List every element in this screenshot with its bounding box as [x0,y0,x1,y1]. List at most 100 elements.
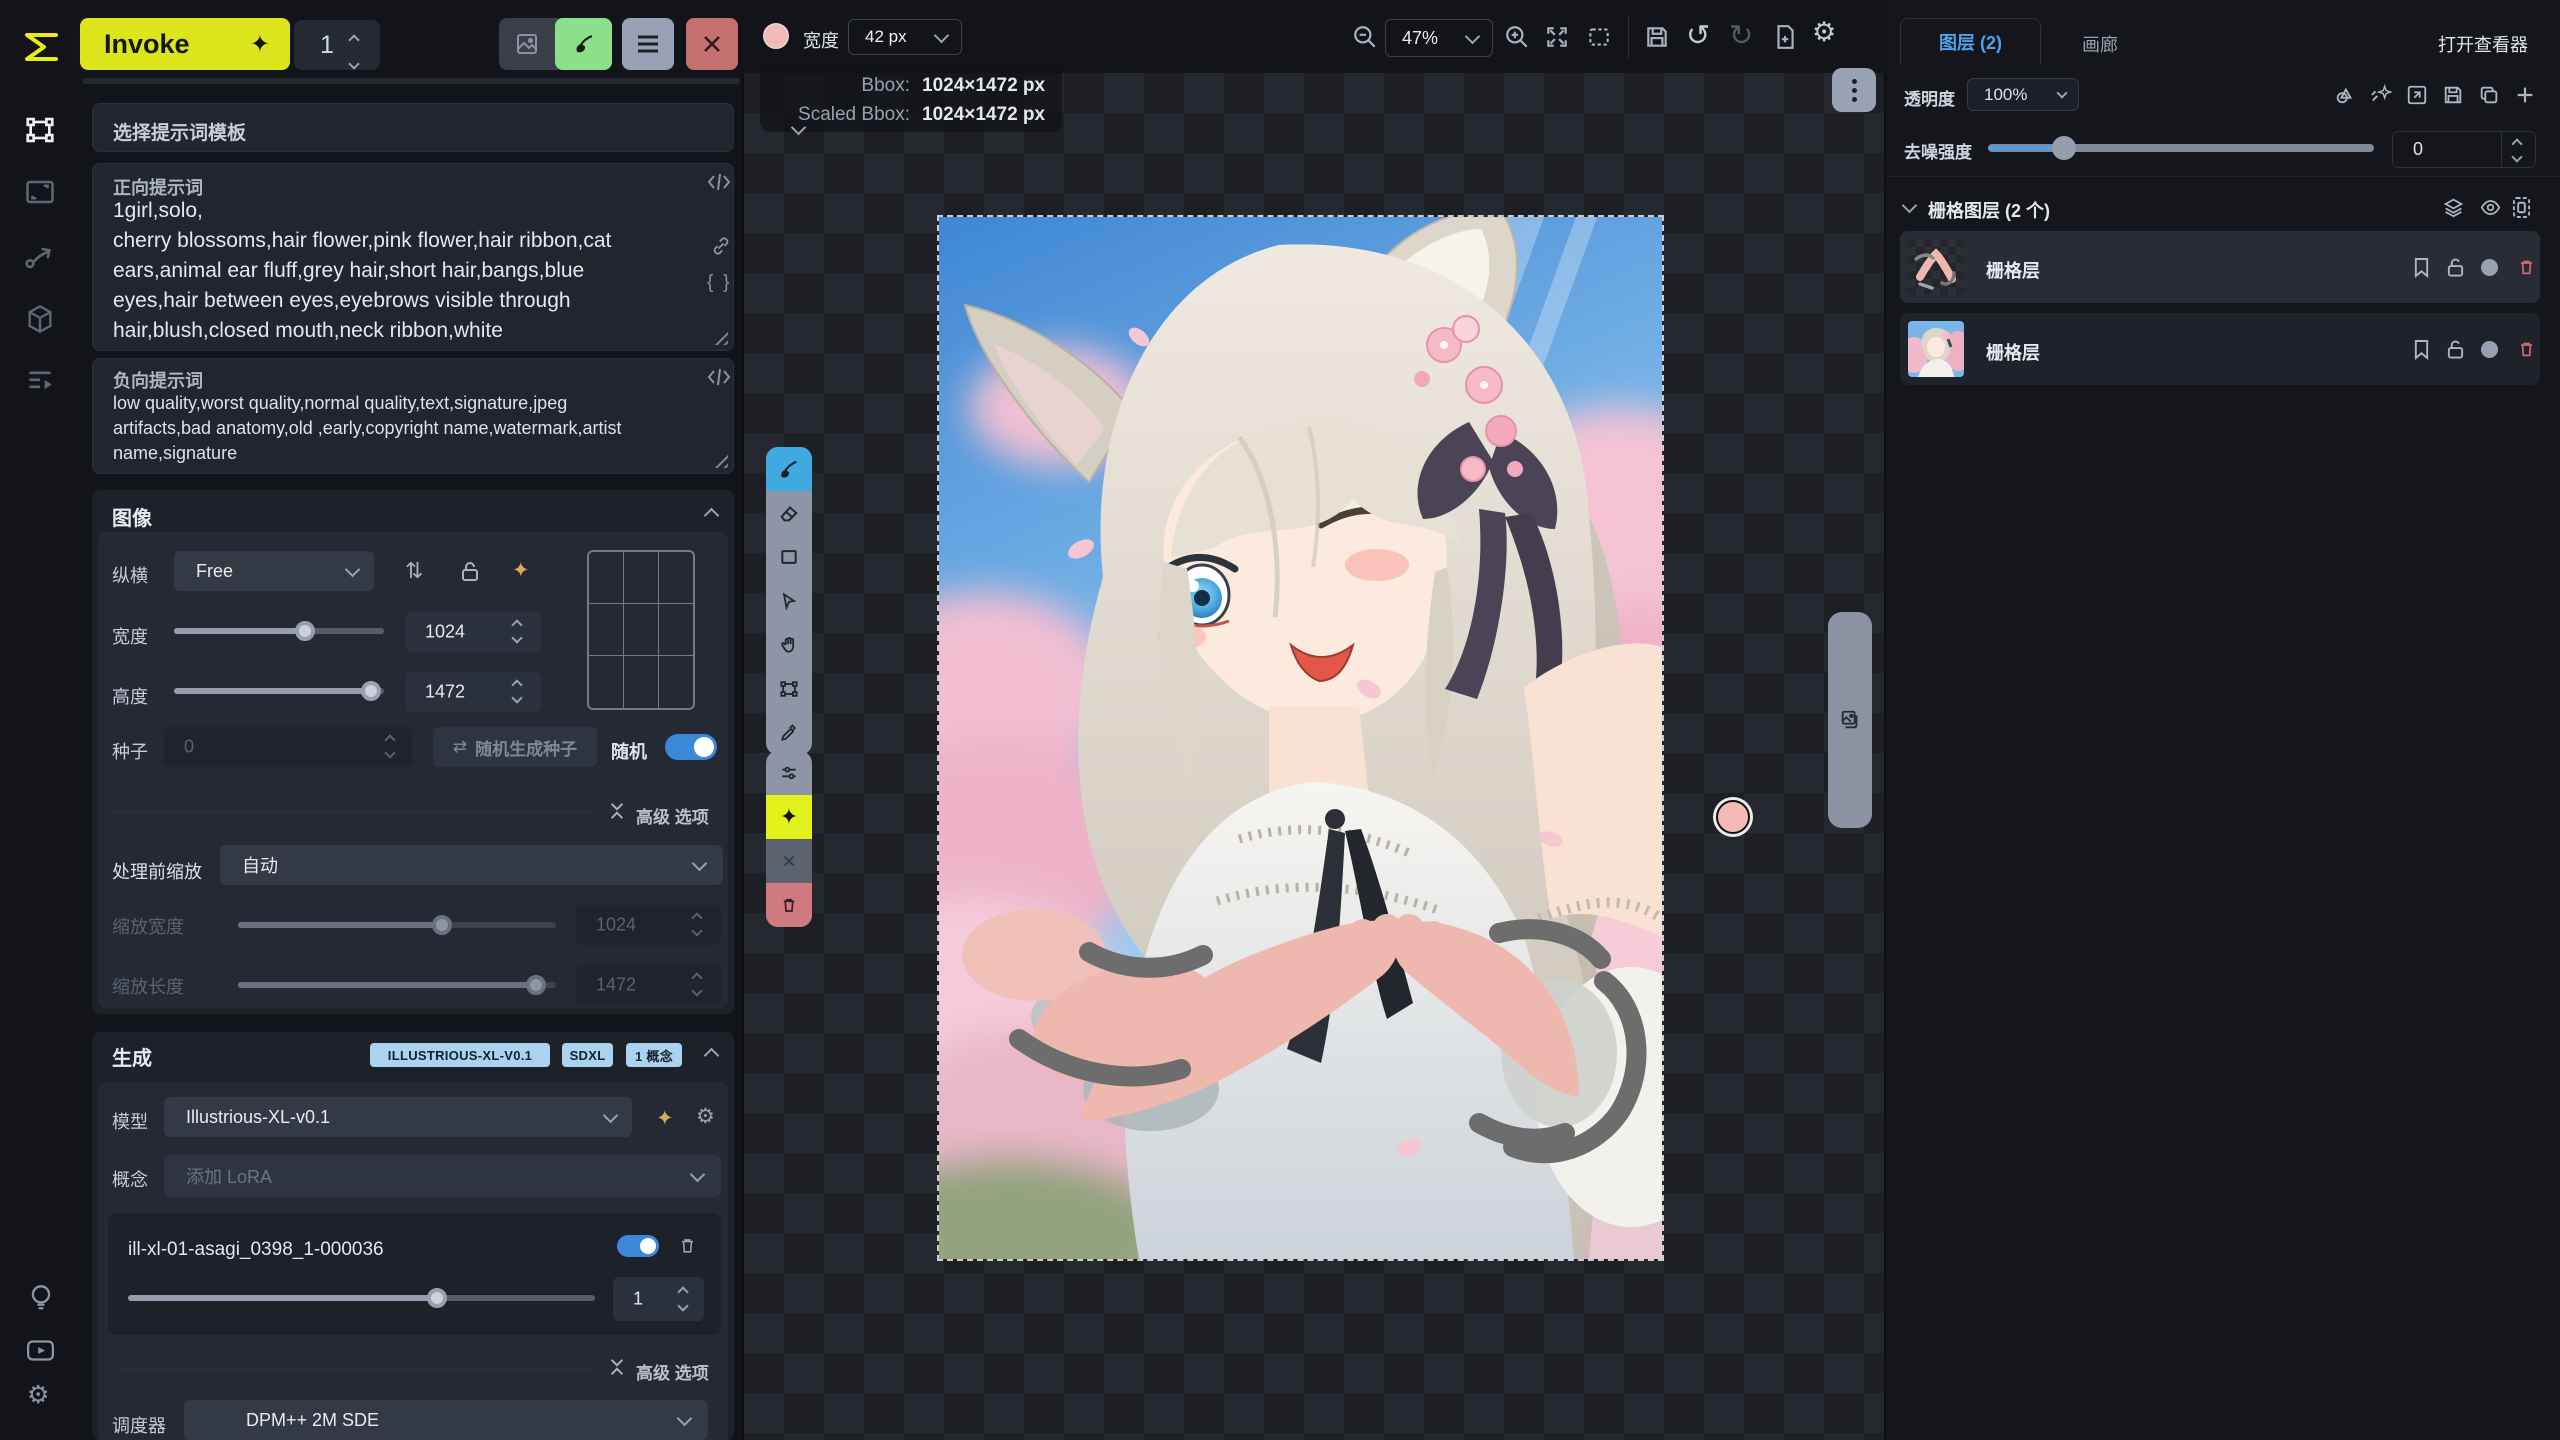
eye-icon[interactable] [2480,199,2501,216]
blend-icon[interactable] [2334,84,2356,106]
canvas-bbox-border[interactable] [937,215,1664,1261]
lock-aspect-button[interactable] [460,560,480,582]
pan-tool[interactable] [766,623,812,667]
sidebar-item-queue[interactable] [26,368,54,394]
canvas-settings-button[interactable]: ⚙ [1812,17,1836,48]
advanced-options-label[interactable]: 高级 选项 [636,803,709,828]
sidebar-item-upscale[interactable] [25,179,55,205]
seed-input[interactable]: 0 [164,727,412,767]
tab-layers[interactable]: 图层 (2) [1900,18,2041,65]
bookmark-icon[interactable] [2413,257,2430,278]
video-tutorials-button[interactable] [27,1340,54,1361]
advanced-options-label[interactable]: 高级 选项 [636,1359,709,1384]
canvas-mode-button[interactable] [555,18,612,70]
model-select[interactable]: Illustrious-XL-v0.1 [164,1097,632,1137]
rect-tool[interactable] [766,535,812,579]
swap-dims-button[interactable]: ⇅ [405,558,423,584]
height-slider[interactable] [174,688,384,694]
randomize-seed-button[interactable]: ⇄ 随机生成种子 [433,727,597,767]
gallery-drawer-handle[interactable] [1828,612,1872,828]
denoise-slider[interactable] [1988,144,2374,152]
eraser-tool[interactable] [766,491,812,535]
fit-view-button[interactable] [1544,24,1570,50]
scale-width-thumb[interactable] [432,915,452,935]
lora-trash-icon[interactable] [678,1235,697,1256]
isolate-icon[interactable] [2512,196,2531,219]
fit-frame-icon[interactable] [2406,84,2428,106]
add-lora-select[interactable]: 添加 LoRA [164,1155,721,1197]
brush-width-select[interactable]: 42 px [848,19,962,55]
model-sparkle-button[interactable]: ✦ [656,1106,674,1131]
discard-button[interactable] [766,883,812,927]
redo-button[interactable]: ↻ [1729,18,1753,53]
lora-weight-stepper[interactable]: 1 [613,1277,704,1321]
brush-color-swatch[interactable] [763,23,789,49]
link-icon[interactable] [711,236,731,256]
collapse-icon[interactable] [704,508,720,524]
lora-enabled-toggle[interactable] [617,1235,659,1257]
zoom-level-select[interactable]: 47% [1385,19,1493,57]
width-slider-thumb[interactable] [295,621,315,641]
trash-icon[interactable] [2517,338,2536,360]
height-stepper[interactable]: 1472 [405,672,541,712]
collapse-icon[interactable] [704,1048,720,1064]
tab-gallery[interactable]: 画廊 [2082,31,2118,57]
code-toggle-icon[interactable] [707,367,731,387]
prompt-template-select[interactable]: 选择提示词模板 [92,103,734,152]
aspect-select[interactable]: Free [174,551,374,591]
whats-new-button[interactable] [28,1284,54,1314]
negative-prompt-box[interactable]: 负向提示词 low quality,worst quality,normal q… [92,358,734,474]
invoke-region-button[interactable]: ✦ [766,795,812,839]
colorpicker-tool[interactable] [766,711,812,755]
width-slider[interactable] [174,628,384,634]
open-viewer-button[interactable]: 打开查看器 [2438,31,2528,57]
negative-prompt-text[interactable]: low quality,worst quality,normal quality… [113,391,703,466]
scale-mode-select[interactable]: 自动 [220,845,723,885]
settings-button[interactable]: ⚙ [27,1380,49,1410]
duplicate-icon[interactable] [2478,84,2500,106]
sidebar-item-canvas[interactable] [24,114,56,146]
visibility-dot-icon[interactable] [2481,259,2498,276]
advanced-collapse-icon[interactable] [608,802,626,820]
stepper-up-icon[interactable] [348,34,359,45]
panel-divider[interactable] [742,73,744,1440]
move-tool[interactable] [766,579,812,623]
bookmark-icon[interactable] [2413,339,2430,360]
visibility-dot-icon[interactable] [2481,341,2498,358]
scale-height-stepper[interactable]: 1472 [576,965,721,1005]
width-stepper[interactable]: 1024 [405,612,541,652]
scale-width-stepper[interactable]: 1024 [576,905,721,945]
scheduler-select[interactable]: DPM++ 2M SDE [184,1400,708,1440]
save-canvas-button[interactable] [1644,24,1670,50]
settings-tool[interactable] [766,751,812,795]
canvas-image[interactable] [939,217,1662,1259]
stepper-down-icon[interactable] [348,58,359,69]
add-layer-icon[interactable] [2514,84,2536,106]
bbox-tool[interactable] [766,667,812,711]
shooting-star-icon[interactable] [2370,84,2392,106]
sidebar-item-workflows[interactable] [24,242,56,272]
zoom-in-button[interactable] [1504,24,1530,50]
layers-icon[interactable] [2443,197,2464,218]
optimize-size-button[interactable]: ✦ [512,558,530,583]
trash-icon[interactable] [2517,256,2536,278]
new-session-button[interactable] [1772,24,1798,50]
lock-open-icon[interactable] [2446,256,2465,278]
height-slider-thumb[interactable] [361,681,381,701]
lora-weight-thumb[interactable] [427,1288,447,1308]
brush-tool[interactable] [766,447,812,491]
advanced-collapse-icon[interactable] [608,1358,626,1376]
menu-button[interactable] [622,18,674,70]
scale-height-thumb[interactable] [526,975,546,995]
denoise-stepper[interactable]: 0 [2392,131,2536,168]
random-seed-toggle[interactable] [665,734,717,760]
sidebar-item-models[interactable] [26,304,54,334]
layer-row[interactable]: 栅格层 [1900,313,2540,385]
braces-icon[interactable]: { } [707,272,733,294]
lora-weight-slider[interactable] [128,1295,595,1301]
scale-height-slider[interactable] [238,982,556,988]
image-mode-button[interactable] [499,18,555,70]
save-icon[interactable] [2442,84,2464,106]
group-collapse-icon[interactable] [1902,198,1918,214]
fit-bbox-button[interactable] [1586,24,1612,50]
